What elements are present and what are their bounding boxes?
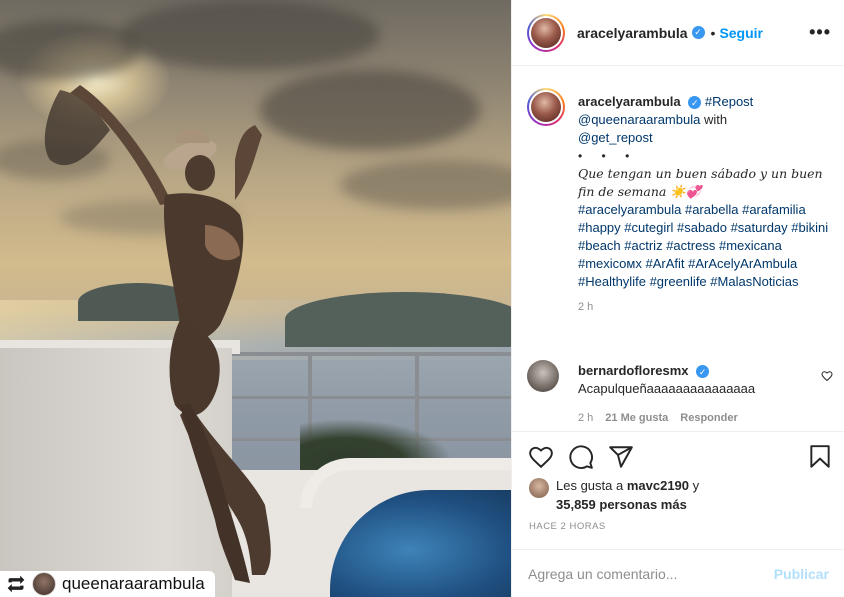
comment-body: Acapulqueñaaaaaaaaaaaaaaa — [578, 381, 756, 396]
cloud — [340, 160, 511, 210]
verified-badge-icon: ✓ — [688, 96, 702, 110]
caption-time: 2 h — [578, 301, 594, 313]
post-header: aracelyarambula ✓ • Seguir ••• — [512, 0, 844, 66]
hashtag-link[interactable]: #ArAcelyArAmbula — [688, 256, 797, 271]
repost-icon — [7, 575, 25, 593]
hashtag-link[interactable]: #happy — [578, 220, 621, 235]
comment-time: 2 h — [578, 412, 594, 424]
repost-badge[interactable]: queenaraarambula — [0, 571, 215, 597]
post-photo[interactable]: queenaraarambula — [0, 0, 511, 597]
share-paper-plane-icon[interactable] — [608, 444, 634, 470]
liker-username[interactable]: mavc2190 — [627, 478, 689, 493]
hashtag-link[interactable]: #greenlife — [650, 274, 707, 289]
hashtag-link[interactable]: #bikini — [791, 220, 828, 235]
reposted-username: queenaraarambula — [62, 574, 205, 593]
caption-text: aracelyarambula ✓ #Repost @queenaraaramb… — [578, 88, 837, 291]
hashtag-link[interactable]: #MalasNoticias — [710, 274, 798, 289]
hashtag-link[interactable]: #saturday — [731, 220, 788, 235]
caption-author-avatar[interactable] — [527, 88, 565, 126]
hashtag-list: #aracelyarambula #arabella #arafamilia #… — [578, 202, 828, 289]
caption-dots: • • • — [578, 149, 638, 163]
author-avatar[interactable] — [527, 13, 565, 52]
add-comment-bar: Publicar — [512, 549, 844, 597]
comment-input[interactable] — [528, 565, 774, 582]
hashtag-link[interactable]: #mexicoмx — [578, 256, 642, 271]
hashtag-link[interactable]: #arafamilia — [742, 202, 806, 217]
follow-button[interactable]: Seguir — [719, 25, 763, 41]
post-timestamp[interactable]: HACE 2 HORAS — [529, 521, 606, 532]
commenter-username[interactable]: bernardofloresmx — [578, 363, 689, 378]
caption-username[interactable]: aracelyarambula — [578, 94, 681, 109]
post-comment-button[interactable]: Publicar — [774, 566, 829, 582]
likes-connector: y — [692, 478, 700, 493]
more-options-icon[interactable]: ••• — [809, 23, 831, 41]
mention-link[interactable]: @get_repost — [578, 130, 653, 145]
comment-like-count[interactable]: 21 Me gusta — [605, 412, 668, 424]
hashtag-link[interactable]: #sabado — [677, 220, 727, 235]
comment-item: bernardofloresmx ✓ Acapulqueñaaaaaaaaaaa… — [527, 360, 837, 424]
reposted-user-avatar — [32, 572, 56, 596]
person-silhouette — [44, 85, 271, 583]
hashtag-link[interactable]: #mexicana — [719, 238, 782, 253]
comment-like-icon[interactable] — [821, 370, 833, 382]
comment-bubble-icon[interactable] — [568, 444, 594, 470]
commenter-avatar[interactable] — [527, 360, 559, 392]
hashtag-link[interactable]: #actriz — [624, 238, 662, 253]
post-side-panel: aracelyarambula ✓ • Seguir ••• aracelyar… — [511, 0, 844, 597]
likes-others[interactable]: 35,859 personas más — [556, 497, 687, 512]
hashtag-link[interactable]: #cutegirl — [624, 220, 673, 235]
save-bookmark-icon[interactable] — [807, 444, 833, 470]
reply-button[interactable]: Responder — [680, 412, 737, 424]
action-bar — [512, 431, 844, 479]
author-username[interactable]: aracelyarambula — [577, 25, 688, 41]
hashtag-link[interactable]: #aracelyarambula — [578, 202, 681, 217]
caption-message: Que tengan un buen sábado y un buen fin … — [578, 166, 823, 199]
caption: aracelyarambula ✓ #Repost @queenaraaramb… — [527, 88, 837, 313]
hashtag-link[interactable]: #arabella — [685, 202, 739, 217]
like-heart-icon[interactable] — [528, 444, 554, 470]
comment-text: bernardofloresmx ✓ Acapulqueñaaaaaaaaaaa… — [578, 360, 837, 398]
likes-summary: Les gusta a mavc2190 y 35,859 personas m… — [529, 476, 829, 514]
liker-avatar[interactable] — [529, 478, 549, 498]
verified-badge-icon: ✓ — [691, 26, 705, 39]
hashtag-link[interactable]: #actress — [666, 238, 715, 253]
hashtag-link[interactable]: #Repost — [705, 94, 753, 109]
caption-with: with — [703, 112, 728, 127]
mention-link[interactable]: @queenaraarambula — [578, 112, 700, 127]
likes-prefix: Les gusta a — [556, 478, 624, 493]
cloud — [120, 0, 380, 70]
comment-meta: 2 h 21 Me gusta Responder — [578, 412, 837, 424]
hashtag-link[interactable]: #Healthylife — [578, 274, 646, 289]
verified-badge-icon: ✓ — [696, 365, 710, 379]
hashtag-link[interactable]: #ArAfit — [645, 256, 684, 271]
header-separator: • — [710, 24, 716, 41]
hashtag-link[interactable]: #beach — [578, 238, 621, 253]
